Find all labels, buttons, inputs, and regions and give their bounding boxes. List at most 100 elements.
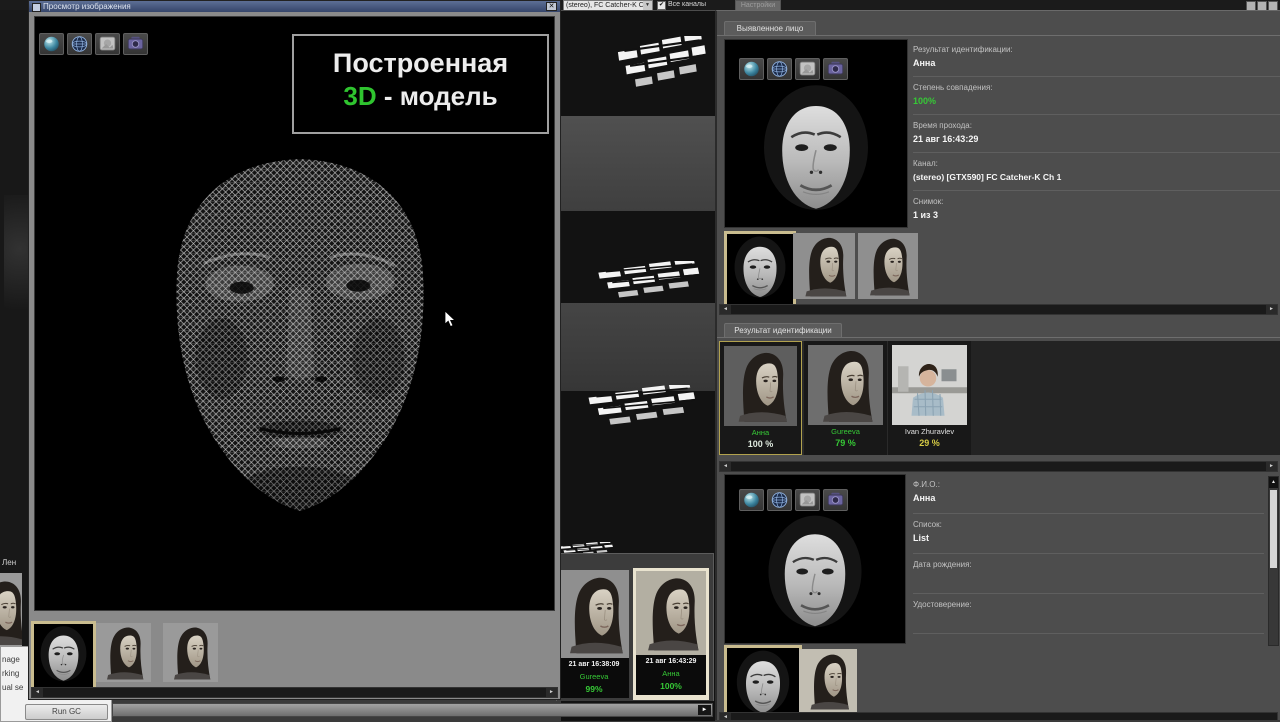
camera-icon[interactable]	[823, 489, 848, 511]
face-photo	[96, 623, 151, 682]
model-caption-line1: Построенная	[294, 46, 547, 80]
detail-label: Канал:	[913, 157, 1280, 170]
scroll-right-icon[interactable]: ►	[698, 705, 711, 715]
detected-details: Результат идентификации: Анна Степень со…	[913, 39, 1280, 229]
tab-identification-result[interactable]: Результат идентификации	[724, 323, 842, 337]
background-photo-fragment	[4, 195, 28, 330]
all-channels-label: Все каналы	[668, 0, 706, 10]
all-channels-checkbox[interactable]: ✔	[657, 1, 666, 10]
detail-label: Время прохода:	[913, 119, 1280, 132]
detail-row: Время прохода: 21 авг 16:43:29	[913, 115, 1280, 153]
snapshot-thumbnail[interactable]	[793, 233, 855, 299]
wireframe-globe-icon[interactable]	[767, 58, 792, 80]
detail-value: 21 авг 16:43:29	[913, 132, 1280, 146]
globe-icon[interactable]	[739, 489, 764, 511]
person-thumbs-scrollbar[interactable]: ◄	[719, 712, 1278, 720]
candidate-score: 100 %	[720, 438, 801, 451]
history-score: 99%	[559, 683, 629, 696]
detail-label: Результат идентификации:	[913, 43, 1280, 56]
person-thumbnail-selected[interactable]	[724, 645, 802, 720]
viewer-scrollbar[interactable]: ◄ ►	[31, 687, 558, 698]
close-app-button[interactable]	[1268, 1, 1278, 10]
history-score: 100%	[636, 680, 706, 693]
photo-icon[interactable]	[95, 33, 120, 55]
face-photo	[34, 624, 93, 687]
feed-panel-label: Лен	[2, 558, 16, 567]
snapshot-thumbnail[interactable]	[858, 233, 918, 299]
minimize-button[interactable]	[1246, 1, 1256, 10]
scroll-right-icon[interactable]: ►	[1266, 462, 1277, 471]
channel-select-value: (stereo), FC Catcher-K Ch	[566, 2, 648, 9]
history-name: Gureeva	[559, 671, 629, 683]
divider	[717, 337, 1280, 338]
scrollbar-thumb[interactable]	[1270, 490, 1277, 568]
snapshots-scrollbar[interactable]: ◄ ►	[719, 304, 1278, 315]
detail-value: Анна	[913, 491, 1264, 505]
detail-row: Дата рождения:	[913, 554, 1264, 594]
detail-value: Анна	[913, 56, 1280, 70]
scroll-right-icon[interactable]: ►	[546, 688, 557, 697]
candidate-card[interactable]: Ivan Zhuravlev 29 %	[888, 341, 971, 455]
scroll-left-icon[interactable]: ◄	[720, 462, 731, 471]
scroll-right-icon[interactable]: ►	[1266, 305, 1277, 314]
candidate-card[interactable]: Gureeva 79 %	[804, 341, 887, 455]
globe-icon[interactable]	[39, 33, 64, 55]
bottom-scrollbar[interactable]: ►	[112, 703, 713, 717]
history-photo	[559, 570, 629, 658]
history-caption: 21 авг 16:43:29 Анна 100%	[636, 655, 706, 695]
viewer-thumbnail-selected[interactable]	[31, 621, 96, 690]
detail-row: Ф.И.О.: Анна	[913, 474, 1264, 514]
person-face-image[interactable]	[724, 474, 906, 644]
window-titlebar[interactable]: Просмотр изображения	[29, 1, 560, 12]
detail-row: Степень совпадения: 100%	[913, 77, 1280, 115]
wall-band	[561, 116, 715, 211]
photo-icon[interactable]	[795, 58, 820, 80]
maximize-button[interactable]	[1257, 1, 1267, 10]
wall-band	[561, 303, 715, 391]
history-item-selected[interactable]: 21 авг 16:43:29 Анна 100%	[633, 568, 709, 700]
scroll-left-icon[interactable]: ◄	[32, 688, 43, 697]
person-thumbnail[interactable]	[799, 649, 857, 713]
candidate-photo	[808, 345, 883, 425]
candidates-empty-area	[971, 341, 1280, 455]
candidates-list: Анна 100 % Gureeva 79 % Ivan Zhuravlev 2…	[719, 341, 971, 455]
left-background-strip: Лен	[0, 10, 28, 720]
person-details-scrollbar[interactable]: ▲	[1268, 476, 1279, 646]
camera-icon[interactable]	[123, 33, 148, 55]
detail-label: Степень совпадения:	[913, 81, 1280, 94]
candidates-scrollbar[interactable]: ◄ ►	[719, 461, 1278, 472]
settings-button[interactable]: Настройки	[735, 0, 781, 10]
photo-icon[interactable]	[795, 489, 820, 511]
face-photo	[858, 233, 918, 299]
wireframe-globe-icon[interactable]	[767, 489, 792, 511]
ceiling-light	[615, 36, 709, 100]
face-photo	[559, 570, 629, 658]
image-toolbar	[739, 58, 848, 80]
run-gc-button[interactable]: Run GC	[25, 704, 108, 720]
globe-icon[interactable]	[739, 58, 764, 80]
candidate-photo	[892, 345, 967, 425]
detail-value: 1 из 3	[913, 208, 1280, 222]
wireframe-globe-icon[interactable]	[67, 33, 92, 55]
scroll-up-icon[interactable]: ▲	[1269, 477, 1278, 488]
channel-select[interactable]: (stereo), FC Catcher-K Ch ▼	[563, 0, 653, 10]
image-canvas[interactable]: Построенная 3D - модель	[34, 16, 555, 611]
camera-icon[interactable]	[823, 58, 848, 80]
viewer-thumbnail[interactable]	[163, 623, 218, 682]
close-icon[interactable]: ✕	[546, 2, 557, 11]
viewer-thumbnail[interactable]	[96, 623, 151, 682]
scroll-left-icon[interactable]: ◄	[720, 713, 731, 720]
candidate-name: Ivan Zhuravlev	[888, 426, 971, 437]
debug-line: nage	[2, 655, 20, 664]
tab-detected-face[interactable]: Выявленное лицо	[724, 21, 816, 35]
face-photo	[636, 571, 706, 655]
detected-face-image[interactable]	[724, 39, 908, 228]
detail-value: (stereo) [GTX590] FC Catcher-K Ch 1	[913, 170, 1280, 184]
candidate-card-selected[interactable]: Анна 100 %	[719, 341, 802, 455]
history-item[interactable]: 21 авг 16:38:09 Gureeva 99%	[559, 570, 629, 698]
snapshot-thumbnail-selected[interactable]	[724, 231, 796, 307]
history-time: 21 авг 16:43:29	[636, 655, 706, 668]
scroll-left-icon[interactable]: ◄	[720, 305, 731, 314]
face-photo	[799, 649, 857, 713]
match-percentage: 100%	[913, 94, 1280, 108]
